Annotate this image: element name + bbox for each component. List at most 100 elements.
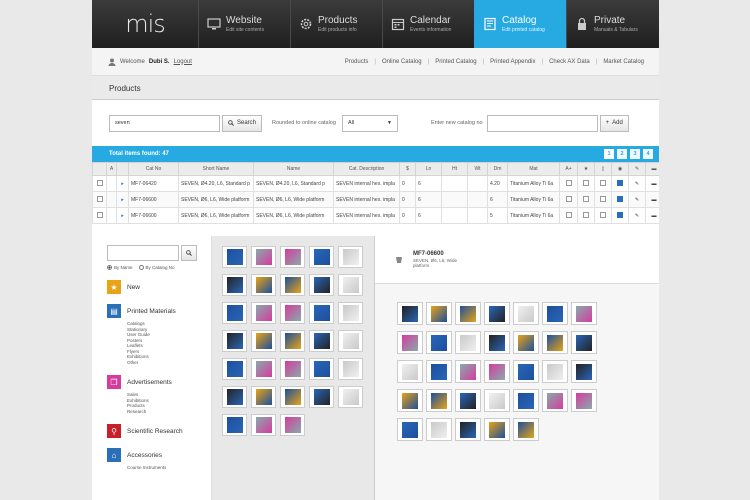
- detail-thumbnail[interactable]: [397, 360, 423, 383]
- row-checkbox[interactable]: [96, 179, 103, 186]
- catalog-thumbnail[interactable]: [338, 274, 363, 296]
- table-row[interactable]: ▸ MF7-06600 SEVEN, Ø6, L6, Wide platform…: [92, 191, 659, 208]
- detail-thumbnail[interactable]: [484, 302, 510, 325]
- category-advertisements[interactable]: ❐ Advertisements Sales Exhibitions Produc…: [107, 375, 211, 414]
- link-online-catalog[interactable]: Online Catalog: [379, 59, 425, 65]
- folder-icon[interactable]: ▬: [645, 175, 659, 192]
- catalog-no-input[interactable]: [486, 114, 598, 132]
- catalog-thumbnail[interactable]: [309, 386, 334, 408]
- row-a-plus-checkbox[interactable]: [565, 195, 572, 202]
- row-cat-no[interactable]: MF7-06600: [128, 207, 179, 224]
- col-price[interactable]: $: [399, 162, 416, 176]
- catalog-thumbnail[interactable]: [280, 358, 305, 380]
- radio-by-catalog[interactable]: By Catalog No: [138, 265, 175, 270]
- col-name[interactable]: Name: [253, 162, 334, 176]
- folder-icon[interactable]: ▬: [645, 191, 659, 208]
- link-products[interactable]: Products: [342, 59, 372, 65]
- row-file-checkbox[interactable]: [600, 195, 606, 202]
- nav-calendar[interactable]: Calendar Events information: [382, 0, 474, 48]
- detail-thumbnail[interactable]: [571, 360, 597, 383]
- catalog-thumbnail[interactable]: [222, 274, 247, 296]
- detail-thumbnail[interactable]: [426, 418, 452, 441]
- detail-thumbnail[interactable]: [513, 389, 539, 412]
- row-a-plus-checkbox[interactable]: [565, 179, 572, 186]
- search-button[interactable]: Search: [222, 114, 263, 132]
- page-2-button[interactable]: 2: [617, 149, 627, 159]
- page-1-button[interactable]: 1: [604, 149, 614, 159]
- row-arrow-icon[interactable]: ▸: [116, 207, 129, 224]
- col-a[interactable]: A: [106, 162, 117, 176]
- catalog-thumbnail[interactable]: [251, 386, 276, 408]
- detail-thumbnail[interactable]: [397, 302, 423, 325]
- nav-catalog[interactable]: Catalog Edit printed catalog: [474, 0, 566, 48]
- page-3-button[interactable]: 3: [630, 149, 640, 159]
- edit-icon[interactable]: ✎: [628, 175, 646, 192]
- row-star-checkbox[interactable]: [583, 211, 589, 218]
- col-cat-description[interactable]: Cat. Description: [333, 162, 400, 176]
- detail-thumbnail[interactable]: [484, 389, 510, 412]
- category-scientific-research[interactable]: ⚲ Scientific Research: [107, 424, 211, 438]
- detail-thumbnail[interactable]: [455, 331, 481, 354]
- category-new[interactable]: ★ New: [107, 280, 211, 294]
- detail-thumbnail[interactable]: [426, 331, 452, 354]
- catalog-thumbnail[interactable]: [309, 302, 334, 324]
- catalog-thumbnail[interactable]: [338, 330, 363, 352]
- detail-thumbnail[interactable]: [542, 360, 568, 383]
- detail-thumbnail[interactable]: [484, 360, 510, 383]
- detail-thumbnail[interactable]: [513, 418, 539, 441]
- subcat-course-instruments[interactable]: Course Instruments: [127, 465, 211, 471]
- row-checkbox[interactable]: [96, 211, 103, 218]
- sidebar-search-button[interactable]: [181, 245, 197, 261]
- detail-thumbnail[interactable]: [542, 331, 568, 354]
- detail-thumbnail[interactable]: [397, 389, 423, 412]
- col-dm[interactable]: Dm: [487, 162, 508, 176]
- catalog-thumbnail[interactable]: [222, 302, 247, 324]
- row-visible-checkbox[interactable]: [617, 195, 623, 202]
- detail-thumbnail[interactable]: [426, 360, 452, 383]
- subcat-research[interactable]: Research: [127, 409, 211, 415]
- radio-by-name[interactable]: By Name: [107, 265, 133, 270]
- col-ht[interactable]: Ht: [441, 162, 468, 176]
- catalog-thumbnail[interactable]: [280, 330, 305, 352]
- folder-icon[interactable]: ▬: [645, 207, 659, 224]
- row-star-checkbox[interactable]: [583, 195, 589, 202]
- nav-products[interactable]: Products Edit products info: [290, 0, 382, 48]
- edit-icon[interactable]: ✎: [628, 191, 646, 208]
- col-mat[interactable]: Mat: [507, 162, 560, 176]
- col-a-plus[interactable]: A+: [559, 162, 578, 176]
- detail-thumbnail[interactable]: [513, 331, 539, 354]
- col-cat-no[interactable]: Cat No: [128, 162, 179, 176]
- add-button[interactable]: + Add: [599, 114, 629, 132]
- catalog-thumbnail[interactable]: [251, 358, 276, 380]
- row-visible-checkbox[interactable]: [617, 179, 623, 186]
- col-short-name[interactable]: Short Name: [178, 162, 254, 176]
- detail-thumbnail[interactable]: [571, 389, 597, 412]
- rounded-select[interactable]: All ▼: [341, 114, 398, 132]
- catalog-thumbnail[interactable]: [222, 246, 247, 268]
- catalog-thumbnail[interactable]: [222, 386, 247, 408]
- row-checkbox[interactable]: [96, 195, 103, 202]
- row-cat-no[interactable]: MF7-06420: [128, 175, 179, 192]
- catalog-thumbnail[interactable]: [280, 302, 305, 324]
- row-file-checkbox[interactable]: [600, 179, 606, 186]
- detail-thumbnail[interactable]: [397, 331, 423, 354]
- catalog-thumbnail[interactable]: [309, 358, 334, 380]
- detail-thumbnail[interactable]: [571, 302, 597, 325]
- page-4-button[interactable]: 4: [643, 149, 653, 159]
- catalog-thumbnail[interactable]: [280, 246, 305, 268]
- detail-thumbnail[interactable]: [426, 389, 452, 412]
- nav-website[interactable]: Website Edit site contents: [198, 0, 290, 48]
- detail-thumbnail[interactable]: [513, 360, 539, 383]
- catalog-thumbnail[interactable]: [251, 246, 276, 268]
- detail-thumbnail[interactable]: [542, 389, 568, 412]
- row-arrow-icon[interactable]: ▸: [116, 175, 129, 192]
- catalog-thumbnail[interactable]: [338, 246, 363, 268]
- col-ln[interactable]: Ln: [415, 162, 442, 176]
- detail-thumbnail[interactable]: [455, 389, 481, 412]
- catalog-thumbnail[interactable]: [309, 274, 334, 296]
- catalog-thumbnail[interactable]: [338, 386, 363, 408]
- link-printed-appendix[interactable]: Printed Appendix: [487, 59, 538, 65]
- mis-logo[interactable]: mis: [92, 0, 198, 48]
- catalog-thumbnail[interactable]: [251, 274, 276, 296]
- edit-icon[interactable]: ✎: [628, 207, 646, 224]
